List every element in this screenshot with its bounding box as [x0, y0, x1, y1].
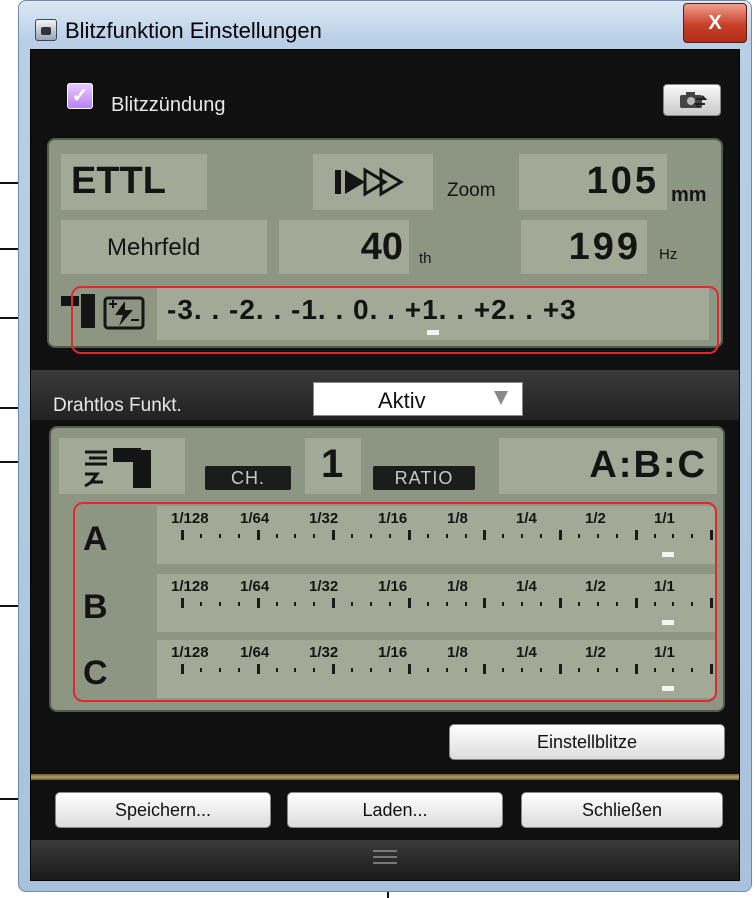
- wireless-mode-value: Aktiv: [378, 388, 426, 413]
- sync-cell[interactable]: [313, 154, 433, 210]
- client-area: ✓ Blitzzündung ETTL Zoom 105 mm Mehrfeld…: [30, 49, 740, 881]
- zoom-value: 105: [586, 160, 659, 202]
- high-speed-sync-icon: [335, 167, 404, 197]
- wireless-mode-dropdown[interactable]: Aktiv: [313, 382, 523, 416]
- channel-cell[interactable]: 1: [305, 438, 361, 494]
- window-title: Blitzfunktion Einstellungen: [65, 18, 322, 43]
- mode-cell[interactable]: ETTL: [61, 154, 207, 210]
- close-window-button[interactable]: X: [683, 3, 747, 43]
- wireless-label: Drahtlos Funkt.: [53, 395, 182, 416]
- save-button[interactable]: Speichern...: [55, 792, 271, 828]
- load-button[interactable]: Laden...: [287, 792, 503, 828]
- flash-mode-value: ETTL: [71, 160, 166, 202]
- zoom-unit: mm: [671, 184, 707, 206]
- ratio-tag: RATIO: [373, 466, 475, 490]
- zoom-label: Zoom: [447, 180, 496, 201]
- title-bar[interactable]: Blitzfunktion Einstellungen X: [19, 1, 751, 49]
- camera-settings-icon: [680, 92, 708, 108]
- zoom-cell[interactable]: 105: [519, 154, 667, 210]
- wireless-master-icon: [84, 448, 151, 488]
- metering-cell[interactable]: Mehrfeld: [61, 220, 267, 274]
- fec-highlight: [71, 286, 719, 354]
- camera-settings-button[interactable]: [663, 84, 721, 116]
- groups-highlight: [73, 502, 717, 702]
- flash-settings-window: Blitzfunktion Einstellungen X ✓ Blitzzün…: [18, 0, 752, 892]
- power-unit: th: [419, 250, 432, 267]
- flash-firing-label: Blitzzündung: [111, 94, 226, 116]
- ratio-value: A:B:C: [589, 444, 707, 486]
- frequency-value: 199: [568, 226, 641, 268]
- channel-value: 1: [321, 442, 344, 486]
- ratio-cell[interactable]: A:B:C: [499, 438, 717, 494]
- wireless-master-cell[interactable]: [59, 438, 185, 494]
- divider: [31, 774, 739, 780]
- modeling-flash-button[interactable]: Einstellblitze: [449, 724, 725, 760]
- power-value: 40: [360, 226, 403, 268]
- chevron-down-icon: [494, 391, 508, 405]
- power-cell[interactable]: 40: [279, 220, 409, 274]
- close-button[interactable]: Schließen: [521, 792, 723, 828]
- metering-value: Mehrfeld: [107, 234, 201, 261]
- frequency-cell[interactable]: 199: [521, 220, 647, 274]
- frequency-unit: Hz: [659, 246, 678, 263]
- channel-tag: CH.: [205, 466, 291, 490]
- resize-grip-icon[interactable]: [373, 850, 397, 866]
- flash-firing-checkbox[interactable]: ✓: [67, 83, 93, 109]
- app-camera-icon: [35, 19, 57, 41]
